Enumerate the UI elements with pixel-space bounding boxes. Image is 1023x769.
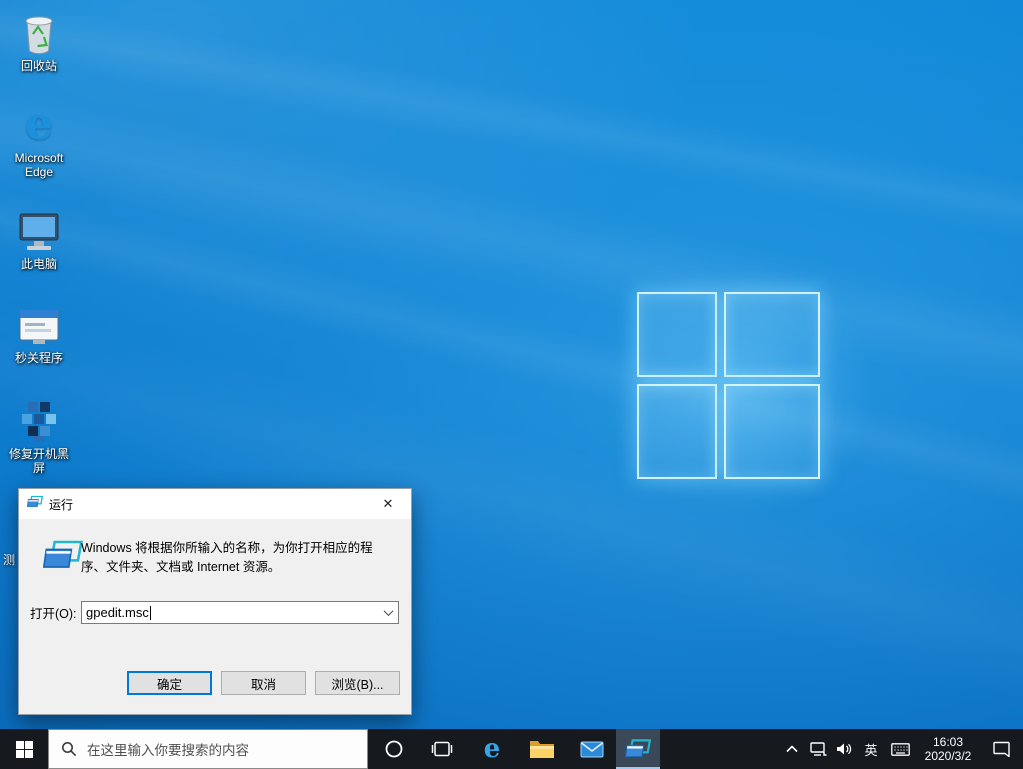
system-tray: 英 16:03 2020/3/2 — [779, 729, 1023, 769]
run-dialog-icon — [43, 539, 83, 575]
edge-icon: e — [6, 100, 72, 148]
run-title-icon — [27, 495, 43, 513]
app-window-icon — [6, 300, 72, 348]
this-pc-icon — [6, 206, 72, 254]
partial-desktop-icon-label[interactable]: 测 — [3, 551, 17, 568]
desktop-icon-this-pc[interactable]: 此电脑 — [6, 206, 72, 271]
icon-label: 此电脑 — [6, 257, 72, 271]
search-icon — [61, 741, 77, 757]
taskbar-mail-button[interactable] — [568, 729, 616, 769]
run-dialog-body: Windows 将根据你所输入的名称，为你打开相应的程序、文件夹、文档或 Int… — [19, 519, 411, 715]
close-icon[interactable]: ✕ — [365, 489, 411, 518]
desktop-icon-fix-black-screen[interactable]: 修复开机黑屏 — [6, 396, 72, 475]
taskbar-run-active-button[interactable] — [616, 729, 660, 769]
run-command-value: gpedit.msc — [86, 605, 149, 620]
start-button[interactable] — [0, 729, 48, 769]
text-caret — [150, 606, 151, 620]
desktop-icon-recycle-bin[interactable]: 回收站 — [6, 8, 72, 73]
icon-label: 修复开机黑屏 — [6, 447, 72, 475]
desktop-icon-edge[interactable]: e Microsoft Edge — [6, 100, 72, 179]
taskbar-clock[interactable]: 16:03 2020/3/2 — [915, 735, 981, 763]
tray-chevron-up-icon[interactable] — [779, 729, 805, 769]
clock-time: 16:03 — [915, 735, 981, 749]
dialog-buttons: 确定 取消 浏览(B)... — [19, 671, 411, 695]
icon-label: 回收站 — [6, 59, 72, 73]
volume-icon[interactable] — [831, 729, 857, 769]
combobox-dropdown-icon[interactable] — [379, 603, 397, 622]
network-icon[interactable] — [805, 729, 831, 769]
search-placeholder: 在这里输入你要搜索的内容 — [87, 739, 249, 759]
notification-center-icon[interactable] — [981, 729, 1023, 769]
browse-button[interactable]: 浏览(B)... — [315, 671, 400, 695]
taskbar-file-explorer-button[interactable] — [518, 729, 566, 769]
run-dialog-window: 运行 ✕ Windows 将根据你所输入的名称，为你打开相应的程序、文件夹、文档… — [18, 488, 412, 715]
cortana-button[interactable] — [372, 729, 416, 769]
run-command-input[interactable]: gpedit.msc — [81, 601, 399, 624]
open-label: 打开(O): — [30, 603, 77, 626]
desktop: 回收站 e Microsoft Edge 此电脑 — [0, 0, 1023, 769]
task-view-button[interactable] — [420, 729, 464, 769]
ok-button[interactable]: 确定 — [127, 671, 212, 695]
icon-label: Microsoft Edge — [6, 151, 72, 179]
clock-date: 2020/3/2 — [915, 749, 981, 763]
dialog-title: 运行 — [49, 496, 73, 513]
windows-logo-wallpaper — [637, 292, 820, 479]
icon-label: 秒关程序 — [6, 351, 72, 365]
desktop-icon-app[interactable]: 秒关程序 — [6, 300, 72, 365]
recycle-bin-icon — [6, 8, 72, 56]
taskbar-search-input[interactable]: 在这里输入你要搜索的内容 — [48, 729, 368, 769]
edge-icon: e — [484, 734, 501, 764]
pixel-cube-icon — [6, 396, 72, 444]
run-dialog-titlebar[interactable]: 运行 ✕ — [19, 489, 411, 519]
taskbar: 在这里输入你要搜索的内容 e — [0, 729, 1023, 769]
run-app-icon — [625, 738, 651, 759]
windows-logo-icon — [16, 741, 33, 758]
cancel-button[interactable]: 取消 — [221, 671, 306, 695]
cortana-icon — [384, 739, 404, 759]
touch-keyboard-icon[interactable] — [885, 729, 915, 769]
mail-icon — [580, 739, 604, 759]
dialog-description: Windows 将根据你所输入的名称，为你打开相应的程序、文件夹、文档或 Int… — [81, 539, 395, 577]
taskbar-edge-button[interactable]: e — [468, 729, 516, 769]
file-explorer-icon — [529, 738, 555, 760]
task-view-icon — [431, 741, 453, 757]
ime-indicator[interactable]: 英 — [857, 729, 885, 769]
